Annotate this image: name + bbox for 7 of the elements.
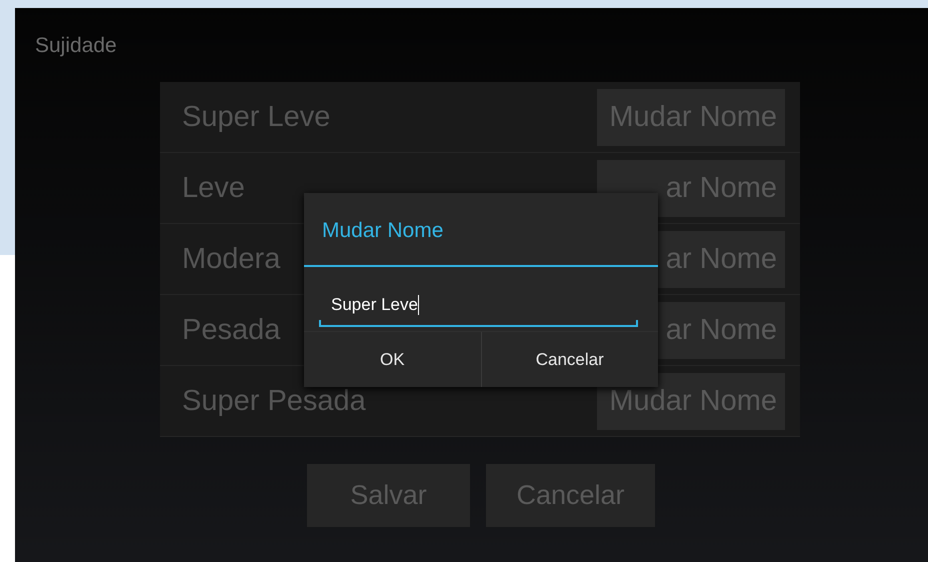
row-label: Modera	[181, 242, 282, 276]
screen-title: Sujidade	[34, 33, 118, 59]
dialog-title: Mudar Nome	[304, 193, 658, 267]
row-label: Super Pesada	[181, 384, 367, 418]
row-label: Pesada	[181, 314, 282, 346]
row-label: Leve	[181, 172, 246, 204]
row-label: Super Leve	[181, 100, 332, 134]
